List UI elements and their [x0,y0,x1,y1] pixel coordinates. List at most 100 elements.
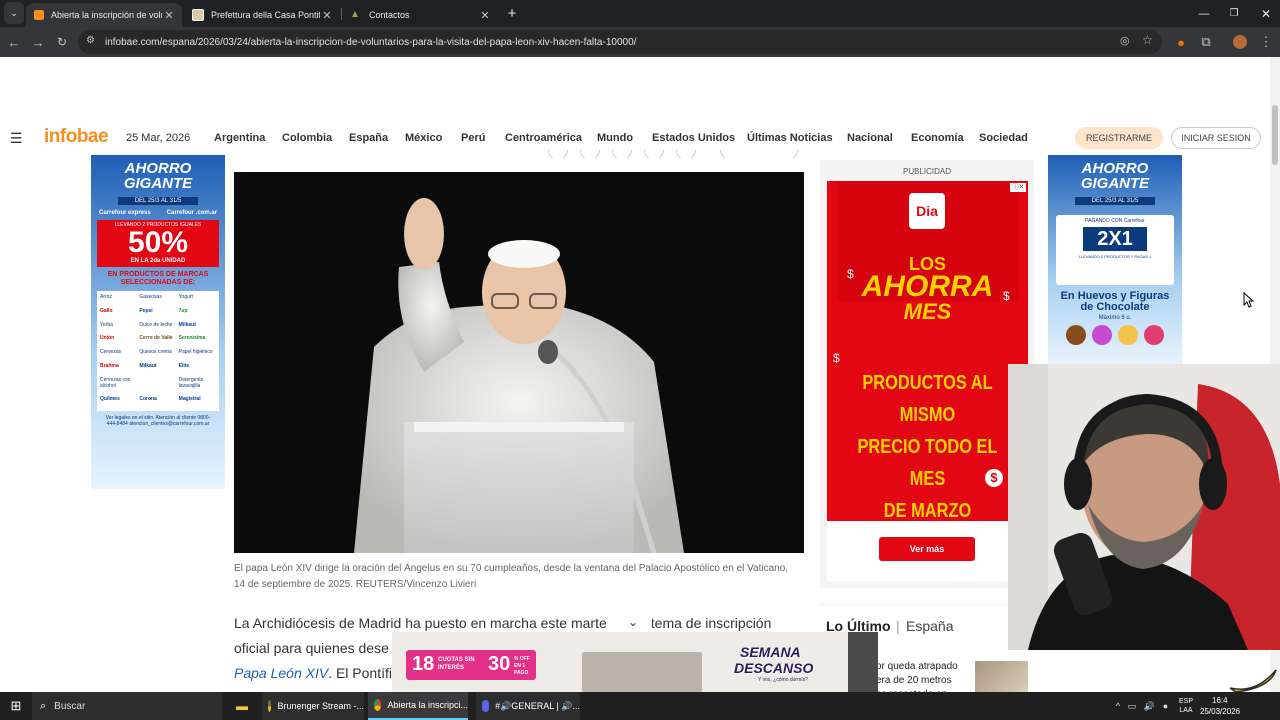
extensions-puzzle-icon[interactable]: ⧉ [1196,27,1216,57]
site-logo[interactable]: infobae [44,126,109,148]
microphone-icon[interactable]: ● [1163,701,1168,711]
bookmark-star-icon[interactable]: ☆ [1142,33,1153,47]
ad-brand-logo: 7up [178,307,188,314]
extension-icon[interactable]: ● [1172,27,1190,57]
ad-desc: En Huevos y Figuras de Chocolate [1060,290,1170,313]
close-icon[interactable]: ✕ [162,9,176,22]
ad-store: Carrefour .com.ar [166,210,218,216]
taskbar-search-box[interactable]: ⌕ Buscar [32,692,222,720]
ad-brand-line: AHORRO [124,160,192,177]
dia-logo: Dia [909,193,945,229]
nav-item-espana[interactable]: España [349,122,388,154]
vatican-favicon-icon [192,9,204,21]
latest-item-thumbnail[interactable] [975,661,1028,692]
latest-section: España [906,618,954,634]
webcam-illustration [1008,364,1280,650]
article-photo[interactable] [234,172,804,553]
chocolate-egg-icon [1118,325,1138,345]
coin-icon: $ [1003,289,1010,303]
restore-icon[interactable]: ❐ [1224,0,1244,27]
ad-promo-sub: LLEVANDO 2 PRODUCTOS Y PAGAS 1 [1078,254,1152,259]
share-facebook-icon[interactable] [548,150,568,158]
ad-brand-line: AHORRO [1081,160,1149,177]
coin-icon: $ [847,267,854,281]
volume-icon[interactable]: 🔊 [1144,701,1155,712]
language-indicator[interactable]: ESP LAA [1176,692,1196,720]
browser-tab[interactable]: Prefettura della Casa Pontificia ✕ [184,3,340,27]
article-link[interactable]: Papa León XIV [234,665,328,681]
nav-item-sociedad[interactable]: Sociedad [979,122,1028,154]
nav-item-economia[interactable]: Economía [911,122,964,154]
taskbar-app-label: #🔊GENERAL | 🔊... [495,700,580,711]
tray-chevron-icon[interactable]: ^ [1116,701,1120,711]
reload-icon[interactable]: ↻ [52,27,72,57]
ad-card-head: PAGANDO CON Carrefour [1085,218,1145,224]
ad-cta-button[interactable]: Ver más [879,537,975,561]
taskbar-app-chrome[interactable]: Brunenger Stream -... [262,692,364,720]
left-ad-banner[interactable]: AHORRO GIGANTE DEL 25/3 AL 31/5 Carrefou… [91,155,225,489]
ad-cuotas: 18 [412,653,435,675]
tab-search-icon[interactable]: ⌄ [4,2,24,24]
share-whatsapp-icon[interactable] [612,150,632,158]
share-x-icon[interactable] [580,150,600,158]
lang-layout: LAA [1179,707,1193,714]
discord-icon [482,700,490,712]
clock-time: 16:4 [1212,696,1228,705]
menu-search-icon[interactable]: ☰ [10,130,23,147]
lang-code: ESP [1178,698,1193,705]
taskbar-app-discord[interactable]: #🔊GENERAL | 🔊... [476,692,580,720]
network-icon[interactable]: ▭ [1128,701,1137,712]
minimize-icon[interactable]: — [1194,0,1214,27]
avatar[interactable] [1230,27,1250,57]
login-button[interactable]: INICIAR SESION [1171,127,1261,149]
ad-choices-icon[interactable]: ⓘ✕ [1010,183,1026,192]
eye-off-icon[interactable]: ◎ [1120,34,1130,47]
nav-item-mexico[interactable]: México [405,122,442,154]
nav-item-peru[interactable]: Perú [461,122,485,154]
register-button[interactable]: REGISTRARME [1075,127,1163,149]
site-info-icon[interactable]: ⚙ [86,35,98,49]
right-ad-banner[interactable]: AHORRO GIGANTE DEL 25/3 AL 31/5 PAGANDO … [1048,155,1182,365]
forward-icon[interactable]: → [28,27,48,57]
close-icon[interactable]: ✕ [320,9,334,22]
nav-item-argentina[interactable]: Argentina [214,122,265,154]
close-icon[interactable]: ✕ [478,9,492,22]
address-bar[interactable]: ⚙ infobae.com/espana/2026/03/24/abierta-… [78,30,1162,54]
windows-taskbar: ⊞ ⌕ Buscar ▬ Brunenger Stream -... Abier… [0,692,1280,720]
ad-category: Cervezas [100,349,122,355]
back-icon[interactable]: ← [4,27,24,57]
menu-kebab-icon[interactable]: ⋮ [1258,27,1274,57]
share-linkedin-icon[interactable] [644,150,664,158]
file-explorer-icon[interactable]: ▬ [232,692,252,720]
bottom-ad-banner[interactable]: 18 CUOTAS SIN INTERÉS 30 % OFF EN 1 PAGO… [392,632,878,692]
ad-off-label: % OFF EN 1 PAGO [514,656,530,676]
share-buttons [548,150,798,158]
nav-item-colombia[interactable]: Colombia [282,122,332,154]
nav-item-nacional[interactable]: Nacional [847,122,893,154]
ad-promo: 2X1 [1083,227,1147,251]
ad-category: Gaseosas [139,294,162,300]
close-window-icon[interactable]: ✕ [1256,0,1276,27]
system-tray[interactable]: ^ ▭ 🔊 ● [1112,692,1172,720]
collapse-ad-chevron-icon[interactable]: ⌄ [614,613,652,632]
browser-tab-active[interactable]: Abierta la inscripción de voluntarios ✕ [26,3,182,27]
follow-button[interactable] [720,150,798,158]
share-email-icon[interactable] [676,150,696,158]
dia-ad-banner[interactable]: ⓘ✕ Dia LOS AHORRA MES $ $ $ PRODUCTOS AL… [827,181,1028,581]
ad-dates: DEL 25/3 AL 31/5 [118,197,198,205]
ad-cuotas-label: CUOTAS SIN INTERÉS [438,657,475,671]
search-icon: ⌕ [40,699,47,712]
ad-store: Carrefour express [98,210,151,216]
ad-title: AHORRA [861,270,994,303]
chocolate-egg-icon [1144,325,1164,345]
search-placeholder: Buscar [54,700,86,712]
scrollbar-thumb[interactable] [1272,105,1278,165]
latest-divider: | [896,618,900,634]
browser-tab[interactable]: ▲ Contactos ✕ [342,3,498,27]
clock[interactable]: 16:4 25/03/2026 [1200,692,1260,720]
photo-caption: El papa León XIV dirige la oración del Á… [234,563,789,590]
new-tab-icon[interactable]: + [502,0,522,27]
browser-toolbar: ← → ↻ ⚙ infobae.com/espana/2026/03/24/ab… [0,27,1280,57]
taskbar-app-chrome-active[interactable]: Abierta la inscripci... [368,692,468,720]
windows-start-icon[interactable]: ⊞ [6,692,26,720]
